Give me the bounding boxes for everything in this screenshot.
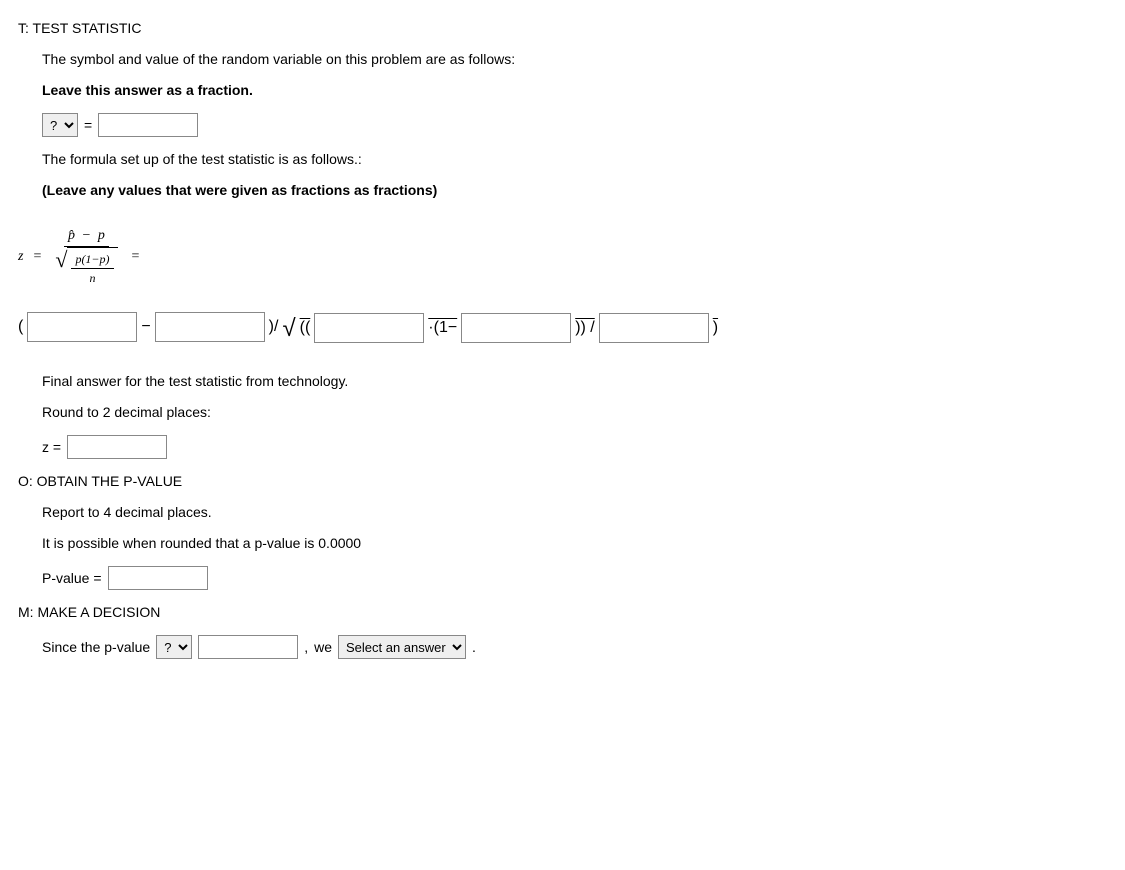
paren-open-1: (: [18, 315, 23, 339]
text-formula-setup: The formula set up of the test statistic…: [42, 149, 1107, 170]
inner-paren-close: )) /: [575, 316, 595, 340]
text-leave-fraction: Leave this answer as a fraction.: [42, 80, 1107, 101]
pvalue-row: P-value =: [42, 566, 1107, 590]
big-sqrt-icon: √: [282, 317, 295, 341]
formula-z: z: [18, 246, 23, 267]
text-final-answer: Final answer for the test statistic from…: [42, 371, 1107, 392]
inner-q-input[interactable]: [461, 313, 571, 343]
phat-input[interactable]: [27, 312, 137, 342]
formula-eq1: =: [33, 246, 41, 267]
text-leave-fractions-as-fractions: (Leave any values that were given as fra…: [42, 180, 1107, 201]
text-random-variable: The symbol and value of the random varia…: [42, 49, 1107, 70]
inner-paren-open: ((: [300, 316, 311, 340]
z-result-row: z =: [42, 435, 1107, 459]
equals-sign: =: [84, 115, 92, 136]
z-equals-label: z =: [42, 437, 61, 458]
pvalue-input[interactable]: [108, 566, 208, 590]
text-report-4dp: Report to 4 decimal places.: [42, 502, 1107, 523]
formula-minus: −: [78, 228, 94, 243]
decision-period: .: [472, 637, 476, 658]
formula-input-row: ( − )/ √ (( ·(1− )) / ): [18, 311, 1107, 343]
compare-select[interactable]: ?: [156, 635, 192, 659]
formula-phat: p̂: [68, 228, 75, 243]
formula-eq2: =: [132, 246, 140, 267]
formula-p: p: [98, 228, 105, 243]
symbol-select[interactable]: ?: [42, 113, 78, 137]
decision-comma: ,: [304, 637, 308, 658]
z-formula-display: z = p̂ − p √ p(1−p) n =: [18, 225, 1107, 287]
decision-text-since: Since the p-value: [42, 637, 150, 658]
n-input[interactable]: [599, 313, 709, 343]
formula-n: n: [85, 269, 99, 287]
minus-sep: −: [141, 315, 150, 339]
div-sep: )/: [269, 315, 279, 339]
decision-select[interactable]: Select an answer: [338, 635, 466, 659]
section-m-heading: M: MAKE A DECISION: [18, 602, 1107, 623]
inner-p-input[interactable]: [314, 313, 424, 343]
decision-row: Since the p-value ? , we Select an answe…: [42, 635, 1107, 659]
formula-p1mp: p(1−p): [71, 250, 113, 269]
decision-we: we: [314, 637, 332, 658]
section-o-heading: O: OBTAIN THE P-VALUE: [18, 471, 1107, 492]
section-t-heading: T: TEST STATISTIC: [18, 18, 1107, 39]
z-result-input[interactable]: [67, 435, 167, 459]
outer-paren-close: ): [713, 316, 718, 340]
alpha-input[interactable]: [198, 635, 298, 659]
pvalue-label: P-value =: [42, 568, 102, 589]
random-variable-value-input[interactable]: [98, 113, 198, 137]
p-input[interactable]: [155, 312, 265, 342]
dot-one-minus: ·(1−: [428, 316, 457, 340]
text-pvalue-possible: It is possible when rounded that a p-val…: [42, 533, 1107, 554]
sqrt-icon: √: [55, 249, 67, 271]
symbol-value-row: ? =: [42, 113, 1107, 137]
text-round-2dp: Round to 2 decimal places:: [42, 402, 1107, 423]
